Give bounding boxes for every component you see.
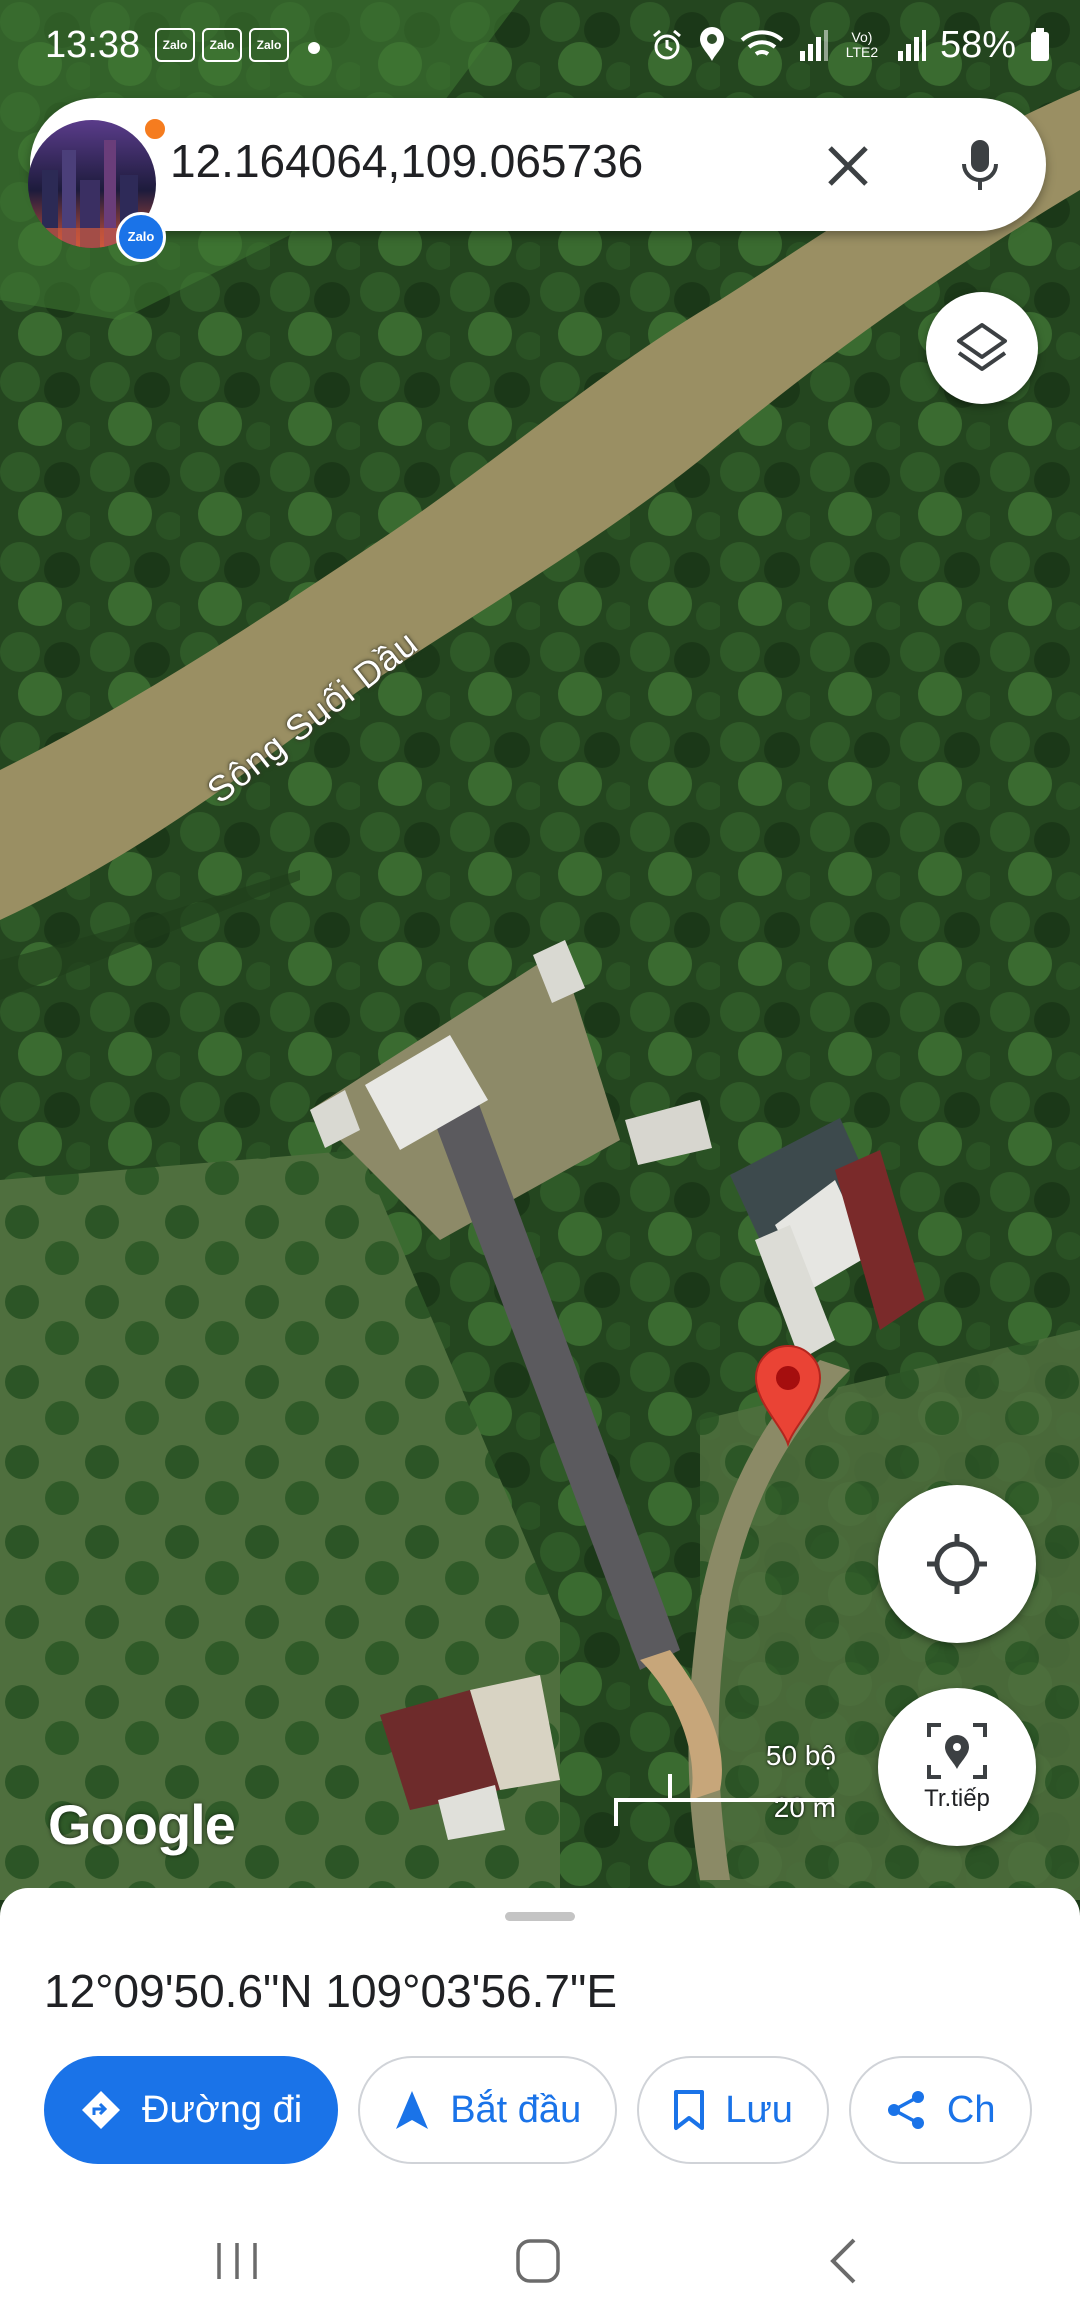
more-notifications-icon — [308, 42, 320, 54]
directions-icon — [82, 2091, 120, 2129]
share-button[interactable]: Ch — [848, 2056, 1032, 2164]
save-label: Lưu — [725, 2088, 793, 2131]
voice-search-button[interactable] — [942, 128, 1018, 204]
start-label: Bắt đầu — [450, 2088, 582, 2131]
recent-apps-button[interactable] — [197, 2226, 277, 2296]
layers-icon — [957, 323, 1007, 371]
network-type: Vo) LTE2 — [845, 29, 879, 60]
zalo-notification-icon: Zalo — [202, 28, 242, 62]
layers-button[interactable] — [926, 292, 1038, 404]
coordinates-dms: 12°09'50.6"N 109°03'56.7"E — [44, 1965, 618, 2017]
clear-search-button[interactable] — [810, 128, 886, 204]
search-bar[interactable]: 12.164064,109.065736 — [30, 98, 1046, 231]
bookmark-icon — [674, 2090, 705, 2130]
save-button[interactable]: Lưu — [637, 2056, 829, 2164]
map-scale: 50 bộ 20 m — [612, 1740, 842, 1830]
signal-icon — [799, 30, 828, 61]
home-button[interactable] — [498, 2226, 578, 2296]
home-icon — [516, 2239, 560, 2283]
zalo-badge-icon: Zalo — [116, 212, 166, 262]
battery-percent: 58% — [939, 23, 1016, 66]
crosshair-icon — [927, 1534, 987, 1594]
wifi-icon — [740, 30, 784, 56]
microphone-icon — [962, 140, 998, 190]
status-time: 13:38 — [45, 24, 141, 66]
google-logo: Google — [48, 1793, 236, 1856]
sheet-drag-handle[interactable] — [505, 1912, 575, 1921]
location-pin-icon[interactable] — [752, 1340, 824, 1448]
notification-dot — [142, 116, 168, 142]
location-focus-icon — [927, 1723, 987, 1779]
recent-apps-icon — [217, 2243, 257, 2279]
back-arrow-icon — [830, 2238, 856, 2284]
location-icon — [699, 27, 724, 61]
action-chips: Đường đi Bắt đầu Lưu Ch — [44, 2056, 1032, 2168]
alarm-icon — [652, 29, 681, 60]
directions-label: Đường đi — [142, 2088, 303, 2131]
close-icon — [828, 146, 868, 186]
account-avatar-button[interactable]: Zalo — [24, 116, 168, 262]
share-label: Ch — [946, 2088, 996, 2131]
directions-button[interactable]: Đường đi — [44, 2056, 339, 2164]
start-navigation-button[interactable]: Bắt đầu — [358, 2056, 618, 2164]
system-navigation-bar — [0, 2210, 1080, 2316]
zalo-notification-icon: Zalo — [155, 28, 195, 62]
back-button[interactable] — [803, 2226, 883, 2296]
battery-icon — [1031, 28, 1049, 61]
status-bar: 13:38 Zalo Zalo Zalo Vo) LTE2 58% — [0, 0, 1080, 95]
search-query[interactable]: 12.164064,109.065736 — [170, 134, 643, 188]
explore-label: Tr.tiếp — [924, 1785, 990, 1812]
share-icon — [887, 2091, 924, 2129]
zalo-notification-icon: Zalo — [249, 28, 289, 62]
navigation-arrow-icon — [396, 2091, 429, 2129]
my-location-button[interactable] — [878, 1485, 1036, 1643]
explore-nearby-button[interactable]: Tr.tiếp — [878, 1688, 1036, 1846]
signal-icon — [897, 30, 926, 61]
